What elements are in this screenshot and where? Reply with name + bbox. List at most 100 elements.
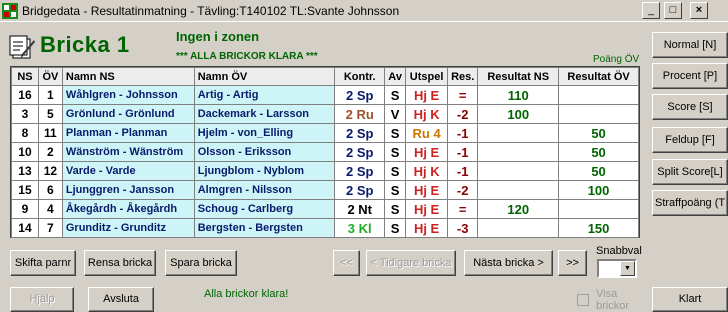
opening-lead-cell[interactable]: Hj E xyxy=(405,218,449,238)
tricks-result-cell[interactable]: -3 xyxy=(447,218,479,238)
tricks-result-cell[interactable]: -1 xyxy=(447,123,479,143)
col-header-namn-ov[interactable]: Namn ÖV xyxy=(193,67,336,86)
tricks-result-cell[interactable]: -1 xyxy=(447,142,479,162)
ns-pair-number[interactable]: 15 xyxy=(11,180,39,200)
ns-pair-names: Åkegårdh - Åkegårdh xyxy=(61,199,195,219)
table-row[interactable]: 8 11 Planman - Planman Hjelm - von_Ellin… xyxy=(11,123,639,143)
table-row[interactable]: 15 6 Ljunggren - Jansson Almgren - Nilss… xyxy=(11,180,639,200)
opening-lead-cell[interactable]: Hj E xyxy=(405,180,449,200)
opening-lead-cell[interactable]: Hj K xyxy=(405,161,449,181)
split-score-button[interactable]: Split Score[L] xyxy=(652,159,728,185)
tricks-result-cell[interactable]: = xyxy=(447,85,479,105)
ns-pair-number[interactable]: 10 xyxy=(11,142,39,162)
results-grid[interactable]: NS ÖV Namn NS Namn ÖV Kontr. Av Utspel R… xyxy=(10,66,640,238)
ov-score-cell xyxy=(558,199,639,219)
ns-pair-number[interactable]: 14 xyxy=(11,218,39,238)
contract-cell[interactable]: 2 Sp xyxy=(334,161,386,181)
col-header-av[interactable]: Av xyxy=(384,67,407,86)
tricks-result-cell[interactable]: -2 xyxy=(447,180,479,200)
snabbval-select[interactable]: ▼ xyxy=(597,259,637,278)
col-header-resultat-ov[interactable]: Resultat ÖV xyxy=(558,67,639,86)
col-header-namn-ns[interactable]: Namn NS xyxy=(61,67,195,86)
ns-pair-names: Grunditz - Grunditz xyxy=(61,218,195,238)
ns-pair-number[interactable]: 9 xyxy=(11,199,39,219)
ov-pair-number[interactable]: 4 xyxy=(37,199,63,219)
contract-cell[interactable]: 2 Sp xyxy=(334,123,386,143)
avsluta-button[interactable]: Avsluta xyxy=(88,287,154,312)
col-header-resultat-ns[interactable]: Resultat NS xyxy=(477,67,560,86)
opening-lead-cell[interactable]: Hj E xyxy=(405,142,449,162)
contract-cell[interactable]: 2 Sp xyxy=(334,142,386,162)
ns-pair-number[interactable]: 16 xyxy=(11,85,39,105)
table-row[interactable]: 16 1 Wåhlgren - Johnsson Artig - Artig 2… xyxy=(11,85,639,105)
ov-pair-number[interactable]: 12 xyxy=(37,161,63,181)
ov-pair-number[interactable]: 1 xyxy=(37,85,63,105)
declarer-cell[interactable]: S xyxy=(384,123,407,143)
minimize-button[interactable]: _ xyxy=(642,2,660,19)
contract-cell[interactable]: 2 Sp xyxy=(334,180,386,200)
col-header-res[interactable]: Res. xyxy=(447,67,479,86)
ov-pair-number[interactable]: 2 xyxy=(37,142,63,162)
ns-pair-names: Wänström - Wänström xyxy=(61,142,195,162)
straffpoang-button[interactable]: Straffpoäng (T xyxy=(652,190,728,216)
ov-pair-number[interactable]: 7 xyxy=(37,218,63,238)
close-button[interactable]: × xyxy=(690,2,708,19)
declarer-cell[interactable]: S xyxy=(384,180,407,200)
declarer-cell[interactable]: V xyxy=(384,104,407,124)
skifta-parnr-button[interactable]: Skifta parnr xyxy=(10,250,76,276)
next-board-button[interactable]: Nästa bricka > xyxy=(464,250,553,276)
opening-lead-cell[interactable]: Hj E xyxy=(405,199,449,219)
score-button[interactable]: Score [S] xyxy=(652,94,728,120)
klart-button[interactable]: Klart xyxy=(652,287,728,312)
ns-pair-number[interactable]: 8 xyxy=(11,123,39,143)
opening-lead-cell[interactable]: Hj K xyxy=(405,104,449,124)
table-row[interactable]: 9 4 Åkegårdh - Åkegårdh Schoug - Carlber… xyxy=(11,199,639,219)
first-board-button[interactable]: << xyxy=(333,250,360,276)
chevron-down-icon[interactable]: ▼ xyxy=(620,261,635,276)
spara-bricka-button[interactable]: Spara bricka xyxy=(165,250,237,276)
declarer-cell[interactable]: S xyxy=(384,199,407,219)
contract-cell[interactable]: 2 Sp xyxy=(334,85,386,105)
window-title: Bridgedata - Resultatinmatning - Tävling… xyxy=(22,4,400,18)
contract-cell[interactable]: 2 Ru xyxy=(334,104,386,124)
ns-pair-number[interactable]: 3 xyxy=(11,104,39,124)
tricks-result-cell[interactable]: -2 xyxy=(447,104,479,124)
table-row[interactable]: 14 7 Grunditz - Grunditz Bergsten - Berg… xyxy=(11,218,639,238)
feldup-button[interactable]: Feldup [F] xyxy=(652,127,728,153)
procent-score-button[interactable]: Procent [P] xyxy=(652,63,728,89)
ov-pair-number[interactable]: 6 xyxy=(37,180,63,200)
zone-status: Ingen i zonen xyxy=(176,29,260,44)
maximize-button[interactable]: □ xyxy=(664,2,682,19)
col-header-ov[interactable]: ÖV xyxy=(37,67,63,86)
bricka-card-icon xyxy=(9,35,35,59)
col-header-utspel[interactable]: Utspel xyxy=(405,67,449,86)
col-header-kontrakt[interactable]: Kontr. xyxy=(334,67,386,86)
rensa-bricka-button[interactable]: Rensa bricka xyxy=(84,250,156,276)
declarer-cell[interactable]: S xyxy=(384,161,407,181)
tricks-result-cell[interactable]: -1 xyxy=(447,161,479,181)
declarer-cell[interactable]: S xyxy=(384,218,407,238)
tricks-result-cell[interactable]: = xyxy=(447,199,479,219)
last-board-button[interactable]: >> xyxy=(558,250,587,276)
ns-pair-number[interactable]: 13 xyxy=(11,161,39,181)
normal-score-button[interactable]: Normal [N] xyxy=(652,32,728,58)
ov-pair-number[interactable]: 5 xyxy=(37,104,63,124)
ns-score-cell: 100 xyxy=(477,104,560,124)
ov-score-cell: 50 xyxy=(558,123,639,143)
contract-cell[interactable]: 3 Kl xyxy=(334,218,386,238)
ov-score-cell: 50 xyxy=(558,161,639,181)
col-header-ns[interactable]: NS xyxy=(11,67,39,86)
previous-board-button[interactable]: < Tidigare bricka xyxy=(366,250,456,276)
declarer-cell[interactable]: S xyxy=(384,142,407,162)
opening-lead-cell[interactable]: Hj E xyxy=(405,85,449,105)
opening-lead-cell[interactable]: Ru 4 xyxy=(405,123,449,143)
ov-pair-number[interactable]: 11 xyxy=(37,123,63,143)
table-row[interactable]: 10 2 Wänström - Wänström Olsson - Erikss… xyxy=(11,142,639,162)
ns-score-cell xyxy=(477,123,560,143)
table-row[interactable]: 3 5 Grönlund - Grönlund Dackemark - Lars… xyxy=(11,104,639,124)
declarer-cell[interactable]: S xyxy=(384,85,407,105)
table-row[interactable]: 13 12 Varde - Varde Ljungblom - Nyblom 2… xyxy=(11,161,639,181)
contract-cell[interactable]: 2 Nt xyxy=(334,199,386,219)
visa-brickor-checkbox[interactable] xyxy=(577,294,589,306)
help-button[interactable]: Hjälp xyxy=(10,287,74,312)
